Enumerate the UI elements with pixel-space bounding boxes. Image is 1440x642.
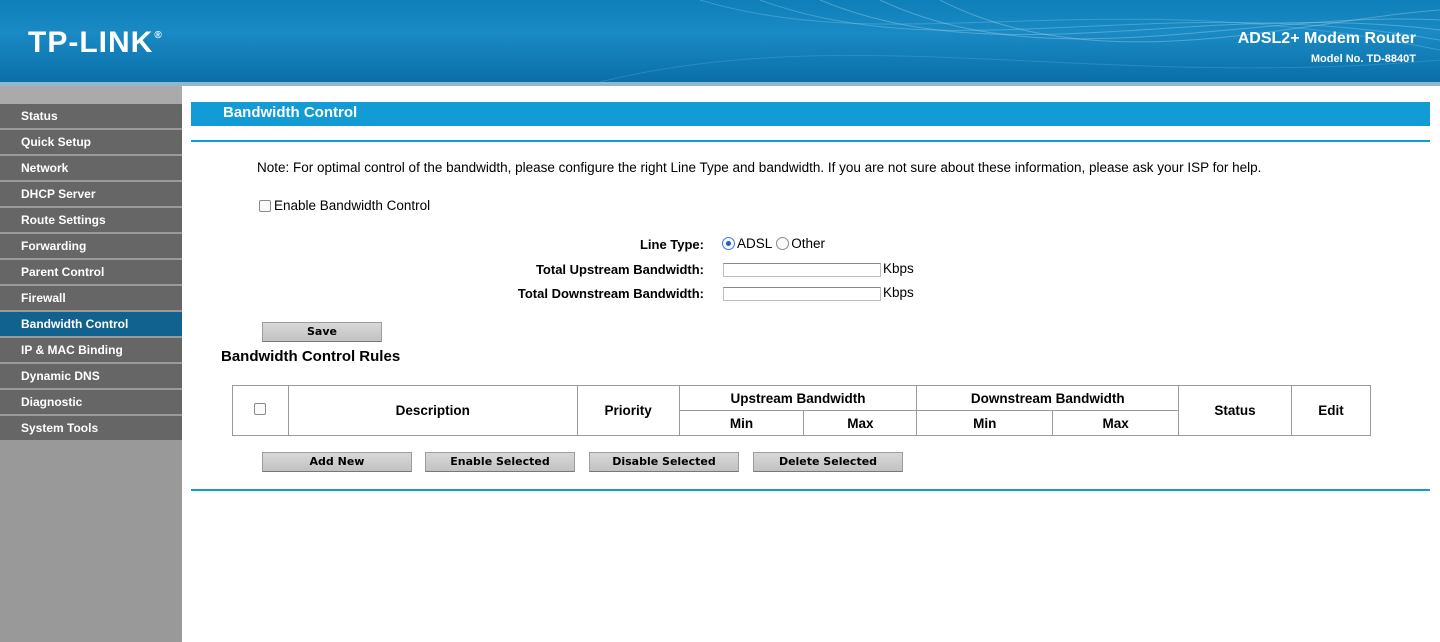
col-downstream: Downstream Bandwidth — [916, 385, 1180, 411]
col-status: Status — [1178, 385, 1293, 436]
col-description: Description — [287, 385, 578, 436]
col-priority: Priority — [576, 385, 680, 436]
sidebar-item-quick-setup[interactable]: Quick Setup — [0, 130, 182, 156]
delete-selected-button[interactable]: Delete Selected — [753, 452, 903, 472]
line-type-adsl-label: ADSL — [737, 236, 773, 251]
col-downstream-max: Max — [1052, 410, 1180, 436]
wave-pattern — [599, 0, 1440, 82]
sidebar-top-spacer — [0, 86, 182, 104]
logo-text: TP-LINK — [28, 26, 154, 59]
select-all-checkbox[interactable] — [254, 403, 267, 415]
main-content: Bandwidth Control Note: For optimal cont… — [182, 86, 1440, 642]
registered-mark: ® — [154, 30, 163, 41]
rules-heading: Bandwidth Control Rules — [221, 348, 401, 365]
col-downstream-min: Min — [916, 410, 1054, 436]
line-type-other-radio[interactable] — [776, 237, 790, 250]
bottom-divider — [191, 489, 1430, 491]
enable-selected-button[interactable]: Enable Selected — [425, 452, 575, 472]
sidebar-item-network[interactable]: Network — [0, 156, 182, 182]
save-button[interactable]: Save — [262, 322, 382, 342]
sidebar-item-system-tools[interactable]: System Tools — [0, 416, 182, 442]
model-number: Model No. TD-8840T — [1310, 53, 1416, 65]
add-new-button[interactable]: Add New — [262, 452, 412, 472]
sidebar-item-bandwidth-control[interactable]: Bandwidth Control — [0, 312, 182, 338]
line-type-options: ADSL Other — [722, 236, 825, 251]
sidebar-item-ip-mac-binding[interactable]: IP & MAC Binding — [0, 338, 182, 364]
col-edit: Edit — [1291, 385, 1371, 436]
header-banner: TP-LINK® ADSL2+ Modem Router Model No. T… — [0, 0, 1440, 82]
col-upstream-max: Max — [803, 410, 918, 436]
product-name: ADSL2+ Modem Router — [1237, 30, 1416, 47]
disable-selected-button[interactable]: Disable Selected — [589, 452, 739, 472]
sidebar-item-dhcp-server[interactable]: DHCP Server — [0, 182, 182, 208]
line-type-label: Line Type: — [639, 237, 704, 252]
enable-bandwidth-label: Enable Bandwidth Control — [274, 198, 431, 213]
title-divider — [191, 140, 1430, 142]
upstream-unit: Kbps — [883, 261, 914, 276]
col-upstream-min: Min — [678, 410, 805, 436]
col-upstream: Upstream Bandwidth — [678, 385, 918, 411]
downstream-bandwidth-input[interactable] — [723, 287, 881, 301]
line-type-other-label: Other — [791, 236, 826, 251]
sidebar-item-diagnostic[interactable]: Diagnostic — [0, 390, 182, 416]
upstream-label: Total Upstream Bandwidth: — [535, 262, 704, 277]
enable-bandwidth-checkbox[interactable] — [259, 199, 271, 212]
line-type-adsl-radio[interactable] — [722, 237, 735, 250]
sidebar-item-dynamic-dns[interactable]: Dynamic DNS — [0, 364, 182, 390]
tp-link-logo: TP-LINK® — [28, 26, 163, 60]
sidebar: Status Quick Setup Network DHCP Server R… — [0, 86, 182, 642]
sidebar-item-forwarding[interactable]: Forwarding — [0, 234, 182, 260]
nav-menu: Status Quick Setup Network DHCP Server R… — [0, 104, 182, 442]
sidebar-item-firewall[interactable]: Firewall — [0, 286, 182, 312]
sidebar-item-status[interactable]: Status — [0, 104, 182, 130]
page-title: Bandwidth Control — [223, 104, 358, 121]
downstream-unit: Kbps — [883, 285, 914, 300]
rules-table: Description Priority Upstream Bandwidth … — [232, 385, 1371, 436]
downstream-label: Total Downstream Bandwidth: — [517, 286, 704, 301]
page-title-bar: Bandwidth Control — [191, 102, 1430, 126]
sidebar-item-parent-control[interactable]: Parent Control — [0, 260, 182, 286]
enable-row: Enable Bandwidth Control — [259, 198, 430, 213]
sidebar-item-route-settings[interactable]: Route Settings — [0, 208, 182, 234]
select-all-cell — [232, 385, 289, 436]
upstream-bandwidth-input[interactable] — [723, 263, 881, 277]
help-note: Note: For optimal control of the bandwid… — [257, 160, 1262, 175]
